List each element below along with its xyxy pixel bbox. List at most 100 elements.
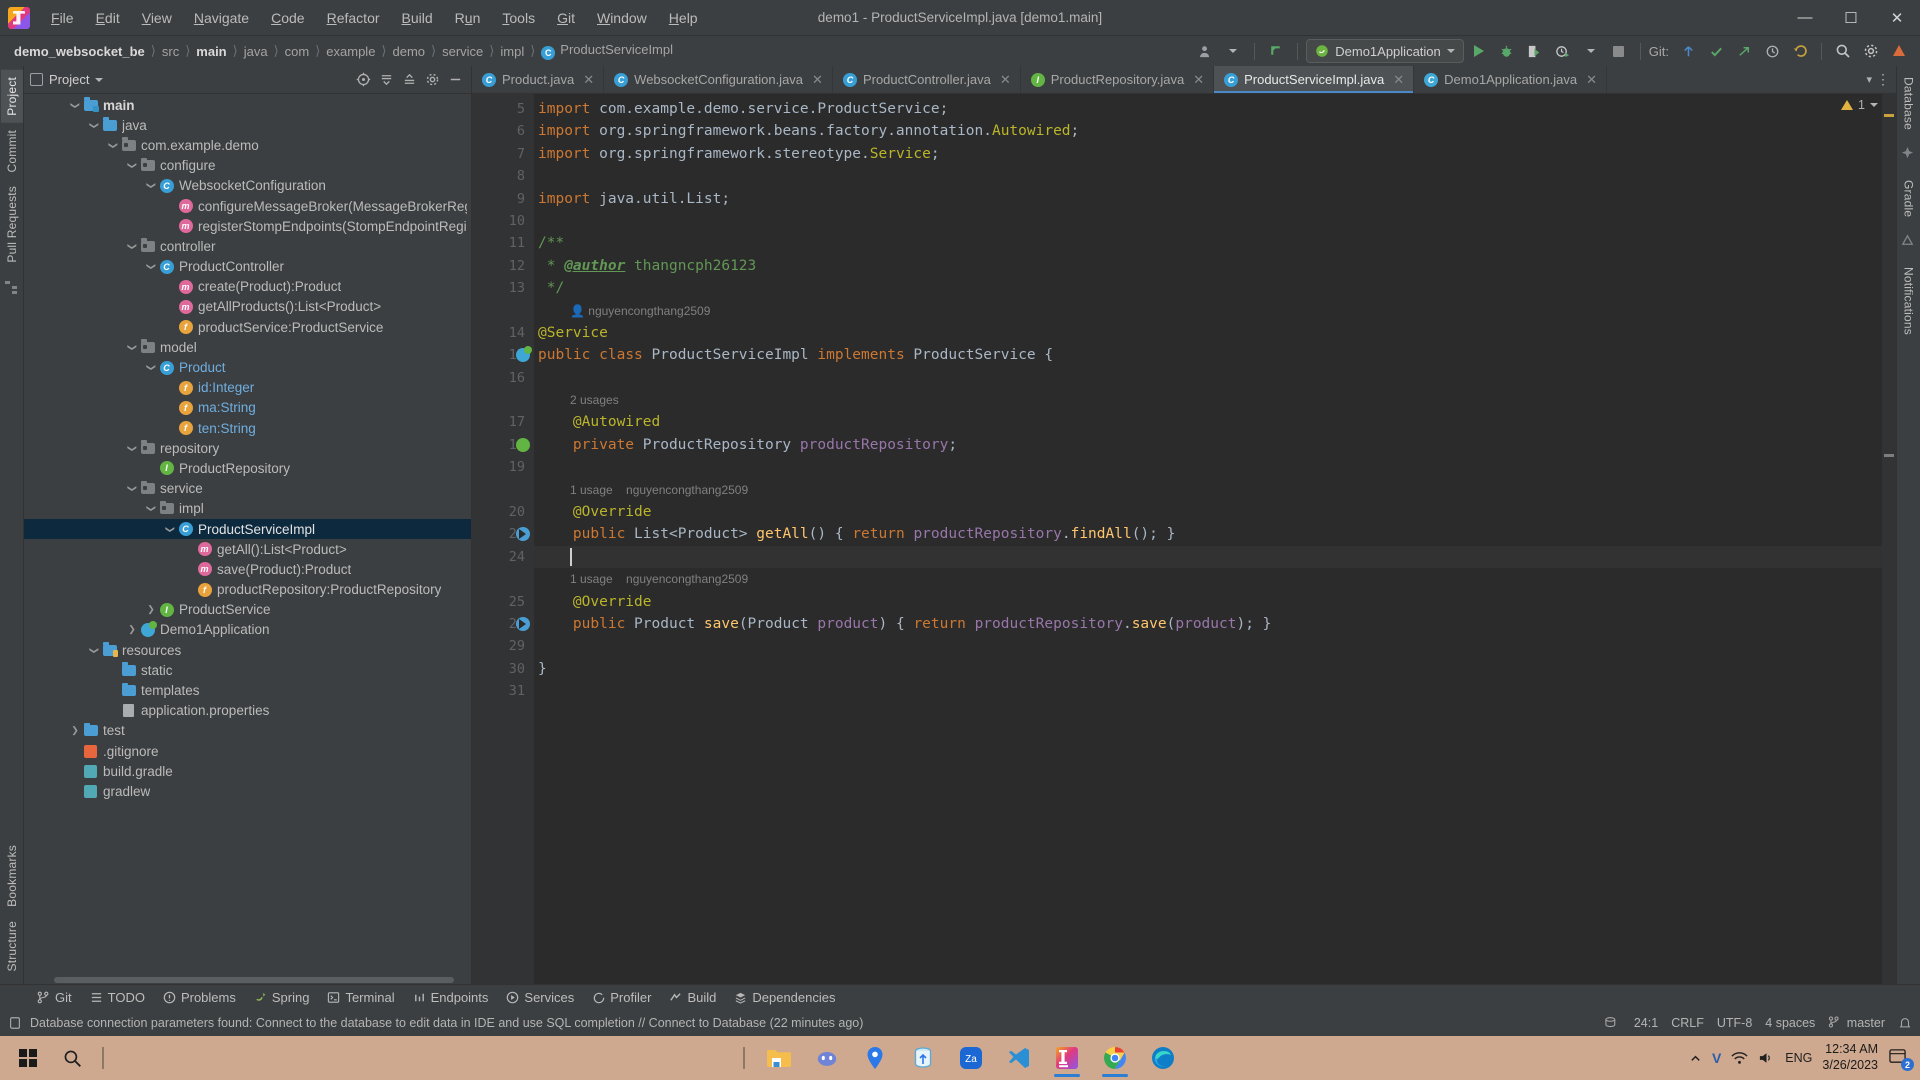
breadcrumb-item-class[interactable]: C ProductServiceImpl — [537, 40, 677, 62]
close-icon[interactable]: ✕ — [1586, 72, 1597, 88]
collapse-all-icon[interactable] — [399, 70, 419, 90]
breadcrumb-item-demo[interactable]: demo — [389, 42, 430, 61]
tree-node[interactable]: ❯ C ProductServiceImpl — [24, 518, 471, 540]
file-explorer-icon[interactable] — [757, 1038, 801, 1078]
gutter-line-number[interactable]: 10 — [472, 210, 534, 232]
undo-icon[interactable] — [1787, 39, 1813, 63]
structure-rail-icon[interactable] — [3, 279, 21, 297]
gutter-hint-row[interactable] — [472, 479, 534, 501]
menu-window[interactable]: Window — [586, 5, 658, 31]
rail-tab-bookmarks[interactable]: Bookmarks — [1, 838, 23, 914]
chevron-down-icon[interactable]: ❯ — [165, 522, 176, 536]
code-line[interactable] — [534, 680, 1896, 702]
notifications-bell-icon[interactable] — [1898, 1016, 1912, 1030]
tree-node[interactable]: ❯ repository — [24, 438, 471, 458]
chevron-down-icon[interactable]: ❯ — [89, 118, 100, 132]
override-gutter-icon[interactable] — [516, 527, 530, 542]
maximize-button[interactable]: ☐ — [1828, 0, 1874, 36]
tree-node[interactable]: ❯ controller — [24, 236, 471, 256]
gutter-line-number[interactable]: 17 — [472, 411, 534, 433]
gutter-line-number[interactable]: 9 — [472, 188, 534, 210]
database-widget-icon[interactable] — [1605, 1016, 1621, 1030]
chevron-down-icon[interactable]: ❯ — [89, 643, 100, 657]
chevron-right-icon[interactable]: ❯ — [125, 624, 139, 635]
tree-node[interactable]: ❯mconfigureMessageBroker(MessageBrokerRe… — [24, 196, 471, 216]
tree-node[interactable]: ❯ configure — [24, 156, 471, 176]
chevron-down-icon[interactable]: ❯ — [127, 441, 138, 455]
gutter-line-number[interactable]: 16 — [472, 367, 534, 389]
tree-node[interactable]: ❯application.properties — [24, 701, 471, 721]
gutter-line-number[interactable]: 26 — [472, 613, 534, 635]
settings-icon[interactable] — [1858, 39, 1884, 63]
location-icon[interactable] — [853, 1038, 897, 1078]
chevron-down-icon[interactable]: ❯ — [127, 239, 138, 253]
spring-bean-gutter-icon[interactable] — [516, 346, 532, 363]
gutter-line-number[interactable]: 19 — [472, 456, 534, 478]
gutter-line-number[interactable]: 21 — [472, 523, 534, 545]
menu-run[interactable]: Run — [444, 5, 492, 31]
close-icon[interactable]: ✕ — [1393, 72, 1404, 88]
tool-window-terminal[interactable]: Terminal — [318, 987, 403, 1008]
ai-assistant-rail-icon[interactable] — [1900, 146, 1918, 164]
chevron-down-icon[interactable]: ❯ — [70, 98, 81, 112]
maven-rail-icon[interactable] — [1900, 233, 1918, 251]
breadcrumb-item-main[interactable]: main — [192, 42, 230, 61]
error-stripe[interactable] — [1882, 94, 1896, 984]
tree-node[interactable]: ❯build.gradle — [24, 761, 471, 781]
chevron-down-icon[interactable]: ❯ — [146, 502, 157, 516]
close-button[interactable]: ✕ — [1874, 0, 1920, 36]
tree-node[interactable]: ❯msave(Product):Product — [24, 559, 471, 579]
tree-node[interactable]: ❯mgetAllProducts():List<Product> — [24, 297, 471, 317]
gutter-hint-row[interactable] — [472, 568, 534, 590]
gutter-line-number[interactable]: 6 — [472, 120, 534, 142]
code-line[interactable]: @Override — [534, 501, 1896, 523]
chevron-down-icon[interactable]: ❯ — [127, 159, 138, 173]
gutter-line-number[interactable]: 30 — [472, 658, 534, 680]
menu-file[interactable]: File — [40, 5, 85, 31]
tree-node[interactable]: ❯templates — [24, 680, 471, 700]
stop-button[interactable] — [1606, 39, 1632, 63]
edge-icon[interactable] — [1141, 1038, 1185, 1078]
code-line[interactable] — [534, 456, 1896, 478]
search-icon[interactable] — [1830, 39, 1856, 63]
menu-code[interactable]: Code — [260, 5, 315, 31]
tree-node[interactable]: ❯ Demo1Application — [24, 620, 471, 640]
notification-center-icon[interactable]: 2 — [1888, 1048, 1914, 1071]
tree-node[interactable]: ❯.gitignore — [24, 741, 471, 761]
chrome-icon[interactable] — [1093, 1038, 1137, 1078]
tree-node[interactable]: ❯ java — [24, 115, 471, 135]
gutter-hint-row[interactable] — [472, 389, 534, 411]
discord-icon[interactable] — [805, 1038, 849, 1078]
gutter-line-number[interactable]: 15 — [472, 344, 534, 366]
run-configuration-selector[interactable]: Demo1Application — [1306, 39, 1464, 63]
tree-node[interactable]: ❯ test — [24, 721, 471, 741]
vscode-icon[interactable] — [997, 1038, 1041, 1078]
breadcrumb-item-java[interactable]: java — [240, 42, 272, 61]
chevron-down-icon[interactable]: ❯ — [127, 340, 138, 354]
tree-node[interactable]: ❯IProductRepository — [24, 458, 471, 478]
rail-tab-commit[interactable]: Commit — [1, 123, 23, 180]
tree-node[interactable]: ❯ C Product — [24, 357, 471, 377]
close-icon[interactable]: ✕ — [1193, 72, 1204, 88]
editor-tab[interactable]: C Product.java ✕ — [472, 66, 605, 93]
inlay-hint[interactable]: 👤 nguyencongthang2509 — [534, 300, 1896, 322]
coverage-button[interactable] — [1522, 39, 1548, 63]
editor-tab[interactable]: I ProductRepository.java ✕ — [1021, 66, 1215, 93]
run-button[interactable] — [1466, 39, 1492, 63]
code-line[interactable] — [534, 545, 1896, 569]
menu-edit[interactable]: Edit — [85, 5, 131, 31]
git-commit-icon[interactable] — [1703, 39, 1729, 63]
profile-button[interactable] — [1550, 39, 1576, 63]
project-panel-title[interactable]: Project — [30, 72, 104, 87]
rail-tab-project[interactable]: Project — [0, 70, 23, 123]
update-icon[interactable] — [1263, 39, 1289, 63]
gutter-line-number[interactable]: 24 — [472, 546, 534, 568]
code-line[interactable]: @Override — [534, 591, 1896, 613]
chevron-down-icon[interactable]: ❯ — [108, 138, 119, 152]
code-line[interactable]: private ProductRepository productReposit… — [534, 434, 1896, 456]
database-icon[interactable] — [901, 1038, 945, 1078]
code-line[interactable]: public class ProductServiceImpl implemen… — [534, 344, 1896, 366]
editor-tab[interactable]: C Demo1Application.java ✕ — [1414, 66, 1608, 93]
tool-window-endpoints[interactable]: Endpoints — [404, 987, 498, 1008]
tree-node[interactable]: ❯fid:Integer — [24, 378, 471, 398]
